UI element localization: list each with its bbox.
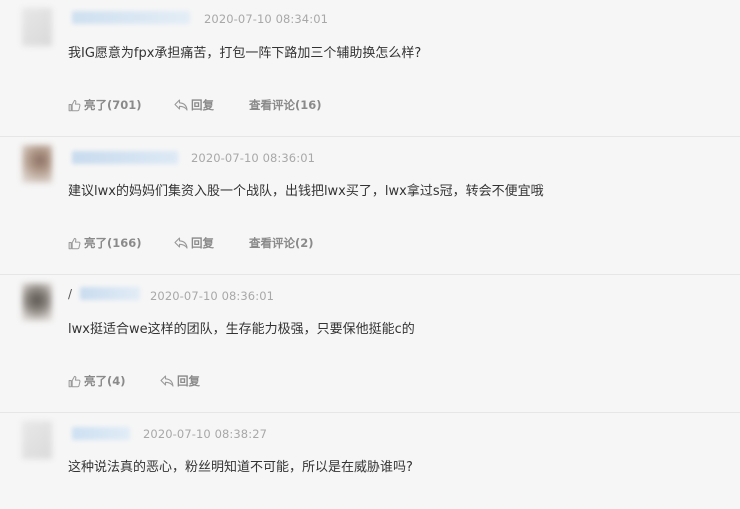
like-label: 亮了(166) <box>84 236 142 250</box>
view-replies-label: 查看评论(2) <box>249 236 314 250</box>
comment-list: 2020-07-10 08:34:01 我IG愿意为fpx承担痛苦，打包一阵下路… <box>0 0 740 509</box>
comment-item: 2020-07-10 08:34:01 我IG愿意为fpx承担痛苦，打包一阵下路… <box>0 0 740 137</box>
comment-text: 这种说法真的恶心，粉丝明知道不可能，所以是在威胁谁吗? <box>68 460 413 475</box>
username[interactable] <box>72 11 190 24</box>
username-prefix: / <box>68 287 73 301</box>
comment-timestamp: 2020-07-10 08:34:01 <box>204 12 329 26</box>
comment-item: / 2020-07-10 08:36:01 lwx挺适合we这样的团队，生存能力… <box>0 275 740 413</box>
username[interactable] <box>72 427 130 440</box>
thumbs-up-icon <box>68 237 81 249</box>
like-button[interactable]: 亮了(4) <box>68 373 126 389</box>
comment-text: 建议lwx的妈妈们集资入股一个战队，出钱把lwx买了，lwx拿过s冠，转会不便宜… <box>68 184 544 199</box>
view-replies-link[interactable]: 查看评论(2) <box>249 235 314 251</box>
thumbs-up-icon <box>68 99 81 111</box>
comment-text: lwx挺适合we这样的团队，生存能力极强，只要保他挺能c的 <box>68 322 415 337</box>
view-replies-label: 查看评论(16) <box>249 98 322 112</box>
comment-item: 2020-07-10 08:38:27 这种说法真的恶心，粉丝明知道不可能，所以… <box>0 413 740 509</box>
avatar[interactable] <box>22 145 52 183</box>
reply-arrow-icon <box>174 237 188 249</box>
thumbs-up-icon <box>68 375 81 387</box>
comment-item: 2020-07-10 08:36:01 建议lwx的妈妈们集资入股一个战队，出钱… <box>0 137 740 275</box>
reply-button[interactable]: 回复 <box>160 373 200 389</box>
comment-timestamp: 2020-07-10 08:36:01 <box>150 289 275 303</box>
reply-label: 回复 <box>191 236 214 250</box>
reply-arrow-icon <box>160 375 174 387</box>
like-label: 亮了(701) <box>84 98 142 112</box>
username[interactable] <box>72 151 178 164</box>
comment-timestamp: 2020-07-10 08:38:27 <box>143 427 268 441</box>
comment-timestamp: 2020-07-10 08:36:01 <box>191 151 316 165</box>
like-button[interactable]: 亮了(701) <box>68 97 142 113</box>
reply-button[interactable]: 回复 <box>174 97 214 113</box>
view-replies-link[interactable]: 查看评论(16) <box>249 97 322 113</box>
reply-label: 回复 <box>177 374 200 388</box>
avatar[interactable] <box>22 283 52 321</box>
reply-label: 回复 <box>191 98 214 112</box>
avatar[interactable] <box>22 421 52 459</box>
comment-text: 我IG愿意为fpx承担痛苦，打包一阵下路加三个辅助换怎么样? <box>68 46 422 61</box>
like-label: 亮了(4) <box>84 374 126 388</box>
reply-arrow-icon <box>174 99 188 111</box>
like-button[interactable]: 亮了(166) <box>68 235 142 251</box>
avatar[interactable] <box>22 8 52 46</box>
username[interactable] <box>80 287 140 300</box>
reply-button[interactable]: 回复 <box>174 235 214 251</box>
